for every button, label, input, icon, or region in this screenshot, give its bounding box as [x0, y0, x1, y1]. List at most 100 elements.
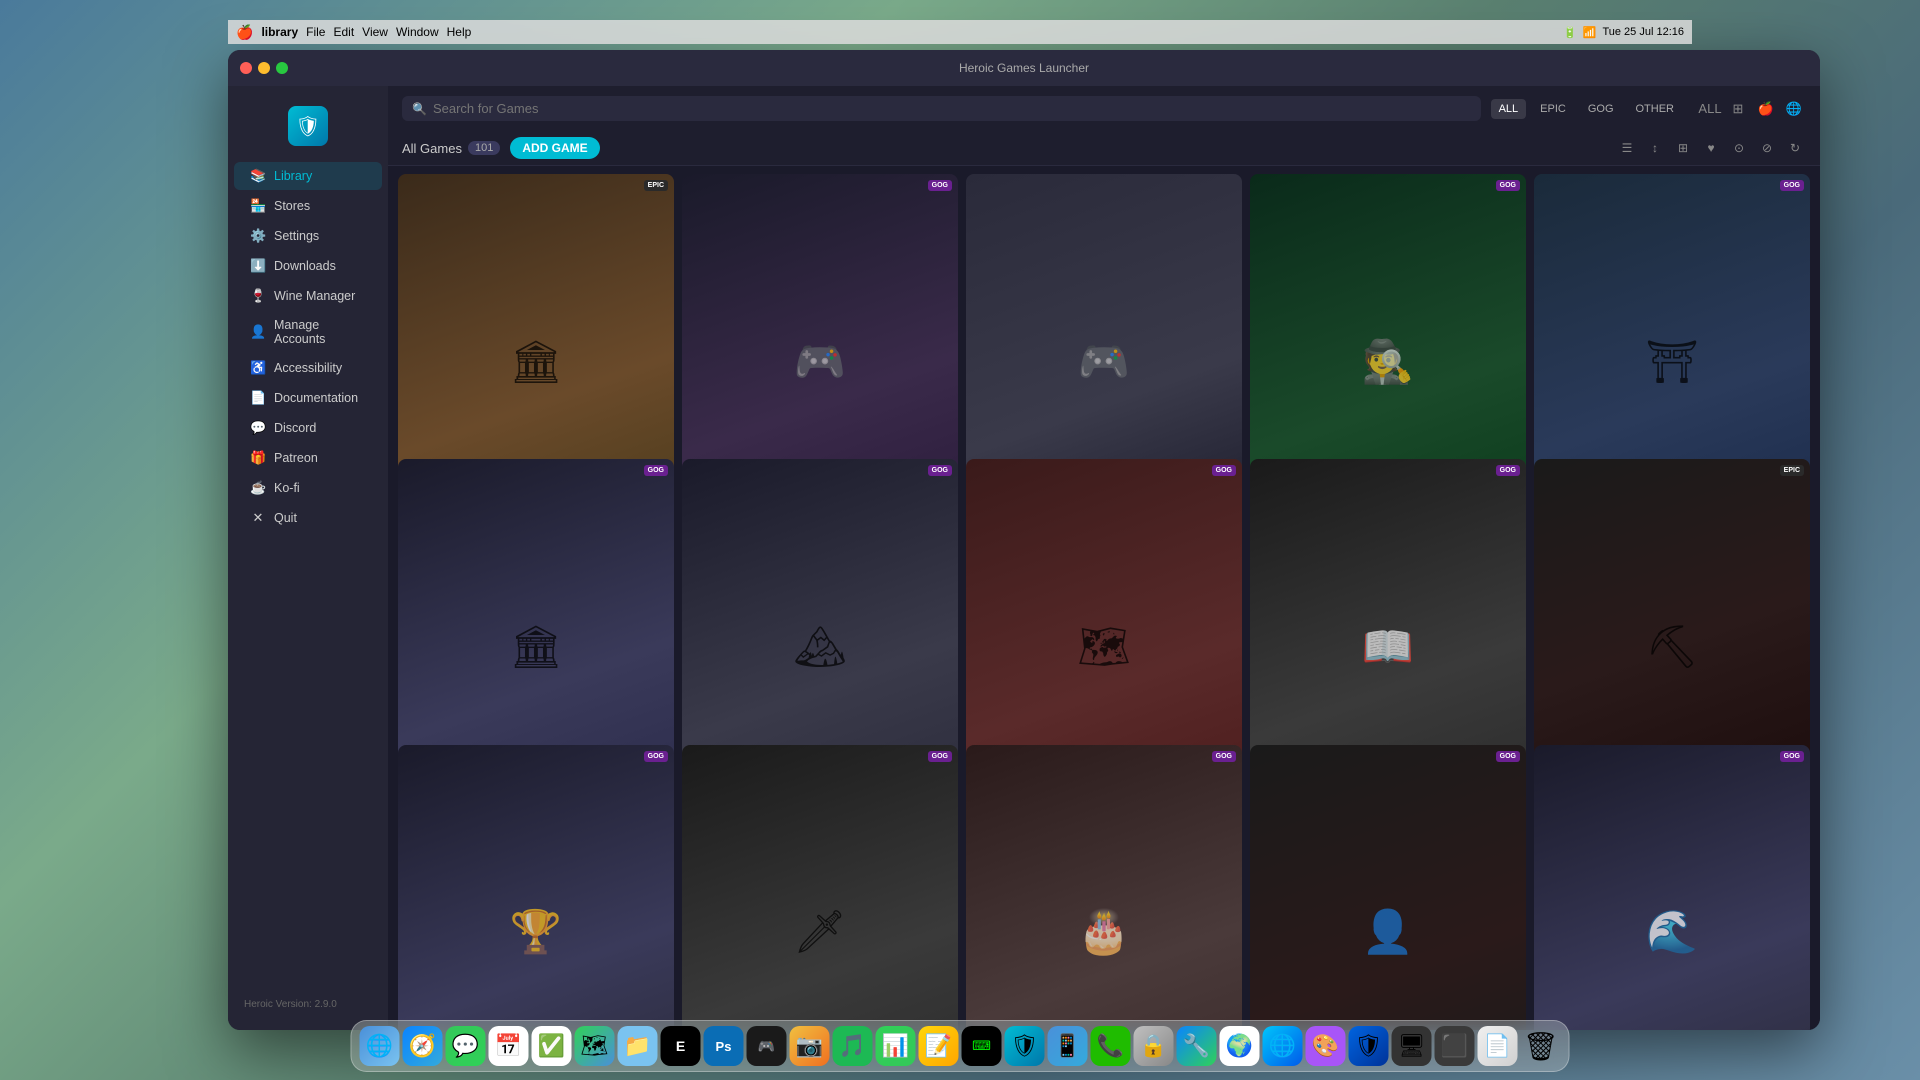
- menubar-wifi: 📶: [1583, 26, 1597, 39]
- game-figure-tr-legend: 🗡: [793, 908, 846, 957]
- menu-edit[interactable]: Edit: [333, 25, 354, 39]
- dock-heroic[interactable]: 🛡: [1005, 1026, 1045, 1066]
- all-games-label: All Games: [402, 141, 462, 156]
- favorites-icon[interactable]: ♥: [1700, 137, 1722, 159]
- macos-menubar: 🍎 library File Edit View Window Help 🔋 📶…: [228, 20, 1692, 44]
- menu-view[interactable]: View: [362, 25, 388, 39]
- sidebar-item-stores[interactable]: 🏪 Stores: [234, 192, 382, 220]
- dock-app2[interactable]: 🌐: [1263, 1026, 1303, 1066]
- dock-ipad[interactable]: 🖥: [1392, 1026, 1432, 1066]
- sidebar-item-patreon[interactable]: 🎁 Patreon: [234, 444, 382, 472]
- sidebar-item-settings[interactable]: ⚙️ Settings: [234, 222, 382, 250]
- list-view-icon[interactable]: ☰: [1616, 137, 1638, 159]
- filter-gog[interactable]: GOG: [1580, 99, 1622, 119]
- sync-icon[interactable]: ↻: [1784, 137, 1806, 159]
- sidebar-item-downloads[interactable]: ⬇️ Downloads: [234, 252, 382, 280]
- accounts-icon: 👤: [250, 324, 266, 340]
- filter-all[interactable]: ALL: [1491, 99, 1527, 119]
- dock-keychain[interactable]: 🔒: [1134, 1026, 1174, 1066]
- more-options-icon[interactable]: ⊙: [1728, 137, 1750, 159]
- game-card-tr-legend[interactable]: 🗡 GOG TOMB RAIDER LEGEND ↓: [682, 745, 958, 1030]
- dock-ue[interactable]: 🎮: [747, 1026, 787, 1066]
- search-icon: 🔍: [412, 102, 427, 116]
- game-figure-tr-classic-1: 🎮: [794, 338, 846, 387]
- dock-finder[interactable]: 🌐: [360, 1026, 400, 1066]
- dock-epic[interactable]: E: [661, 1026, 701, 1066]
- menu-window[interactable]: Window: [396, 25, 439, 39]
- stores-icon: 🏪: [250, 198, 266, 214]
- dock-maps[interactable]: 🗺: [575, 1026, 615, 1066]
- game-badge-tomb-raider-chronicles: GOG: [1496, 465, 1520, 476]
- dock-safari[interactable]: 🧭: [403, 1026, 443, 1066]
- game-badge-lara-croft: GOG: [1496, 751, 1520, 762]
- sidebar-item-manage-accounts[interactable]: 👤 Manage Accounts: [234, 312, 382, 352]
- game-badge-tomb-raider-3: GOG: [1212, 465, 1236, 476]
- app-menu-name[interactable]: library: [261, 25, 298, 39]
- game-badge-tomb-raider-2: GOG: [928, 465, 952, 476]
- game-card-tr-underworld[interactable]: 🌊 GOG TOMB RAIDER UNDERWORLD ↓: [1534, 745, 1810, 1030]
- sidebar-item-library[interactable]: 📚 Library: [234, 162, 382, 190]
- dock-quicktime[interactable]: ⬛: [1435, 1026, 1475, 1066]
- sort-icon[interactable]: ↕: [1644, 137, 1666, 159]
- platform-mac[interactable]: 🍎: [1754, 97, 1778, 121]
- game-badge-teen-agent: GOG: [1496, 180, 1520, 191]
- game-figure-tr-last-revelation: ⛩: [1645, 338, 1698, 387]
- search-box[interactable]: 🔍: [402, 96, 1481, 121]
- main-area: 🛡 📚 Library 🏪 Stores ⚙️ Settings ⬇️ Dow: [228, 86, 1820, 1030]
- grid-view-icon[interactable]: ⊞: [1672, 137, 1694, 159]
- dock-app3[interactable]: 🎨: [1306, 1026, 1346, 1066]
- search-input[interactable]: [433, 101, 1471, 116]
- sidebar-item-documentation[interactable]: 📄 Documentation: [234, 384, 382, 412]
- dock-numbers[interactable]: 📊: [876, 1026, 916, 1066]
- dock-trash[interactable]: 🗑: [1521, 1026, 1561, 1066]
- dock-photos[interactable]: 📷: [790, 1026, 830, 1066]
- apple-menu[interactable]: 🍎: [236, 24, 253, 41]
- sidebar-item-accessibility[interactable]: ♿ Accessibility: [234, 354, 382, 382]
- dock-messages[interactable]: 💬: [446, 1026, 486, 1066]
- filter-epic[interactable]: EPIC: [1532, 99, 1574, 119]
- platform-all[interactable]: ALL: [1698, 97, 1722, 121]
- dock-spotify[interactable]: 🎵: [833, 1026, 873, 1066]
- dock-iphone[interactable]: 📱: [1048, 1026, 1088, 1066]
- sidebar-item-discord[interactable]: 💬 Discord: [234, 414, 382, 442]
- macos-dock: 🌐 🧭 💬 📅 ✅ 🗺 📁 E Ps 🎮 📷 🎵 📊 📝 ⌨ 🛡 📱 📞 🔒 🔧…: [351, 1020, 1570, 1072]
- close-button[interactable]: [240, 62, 252, 74]
- minimize-button[interactable]: [258, 62, 270, 74]
- sidebar-label-accessibility: Accessibility: [274, 361, 342, 375]
- dock-reminders[interactable]: ✅: [532, 1026, 572, 1066]
- sidebar-label-library: Library: [274, 169, 312, 183]
- accessibility-icon: ♿: [250, 360, 266, 376]
- game-card-tr-goty[interactable]: 🏆 GOG TOMB RAIDER GAME OF THE YEAR ↓: [398, 745, 674, 1030]
- version-label: Heroic Version:: [244, 999, 312, 1010]
- library-tab: All Games 101: [402, 141, 500, 156]
- menu-file[interactable]: File: [306, 25, 325, 39]
- dock-1password[interactable]: 🛡: [1349, 1026, 1389, 1066]
- add-game-button[interactable]: ADD GAME: [510, 137, 599, 159]
- quit-icon: ✕: [250, 510, 266, 526]
- sidebar-label-accounts: Manage Accounts: [274, 318, 366, 346]
- game-card-tr-anniversary[interactable]: 🎂 GOG TOMB RAIDER ANNIVERSARY ↓: [966, 745, 1242, 1030]
- sidebar-item-kofi[interactable]: ☕ Ko-fi: [234, 474, 382, 502]
- dock-finder2[interactable]: 📁: [618, 1026, 658, 1066]
- platform-windows[interactable]: ⊞: [1726, 97, 1750, 121]
- maximize-button[interactable]: [276, 62, 288, 74]
- game-card-lara-croft[interactable]: 👤 GOG LARA CROFT ↓: [1250, 745, 1526, 1030]
- filter-other[interactable]: OTHER: [1628, 99, 1683, 119]
- dock-appstore[interactable]: 🔧: [1177, 1026, 1217, 1066]
- dock-terminal[interactable]: ⌨: [962, 1026, 1002, 1066]
- dock-preview[interactable]: 📄: [1478, 1026, 1518, 1066]
- game-card-content-tr-legend: 🗡: [682, 745, 958, 1030]
- menu-help[interactable]: Help: [447, 25, 472, 39]
- dock-ps[interactable]: Ps: [704, 1026, 744, 1066]
- dock-facetime[interactable]: 📞: [1091, 1026, 1131, 1066]
- filter-icon[interactable]: ⊘: [1756, 137, 1778, 159]
- sidebar-item-quit[interactable]: ✕ Quit: [234, 504, 382, 532]
- dock-chrome[interactable]: 🌍: [1220, 1026, 1260, 1066]
- dock-calendar[interactable]: 📅: [489, 1026, 529, 1066]
- sidebar-item-wine-manager[interactable]: 🍷 Wine Manager: [234, 282, 382, 310]
- store-filters: ALL EPIC GOG OTHER: [1491, 99, 1682, 119]
- platform-web[interactable]: 🌐: [1782, 97, 1806, 121]
- dock-notes[interactable]: 📝: [919, 1026, 959, 1066]
- kofi-icon: ☕: [250, 480, 266, 496]
- sidebar-label-downloads: Downloads: [274, 259, 336, 273]
